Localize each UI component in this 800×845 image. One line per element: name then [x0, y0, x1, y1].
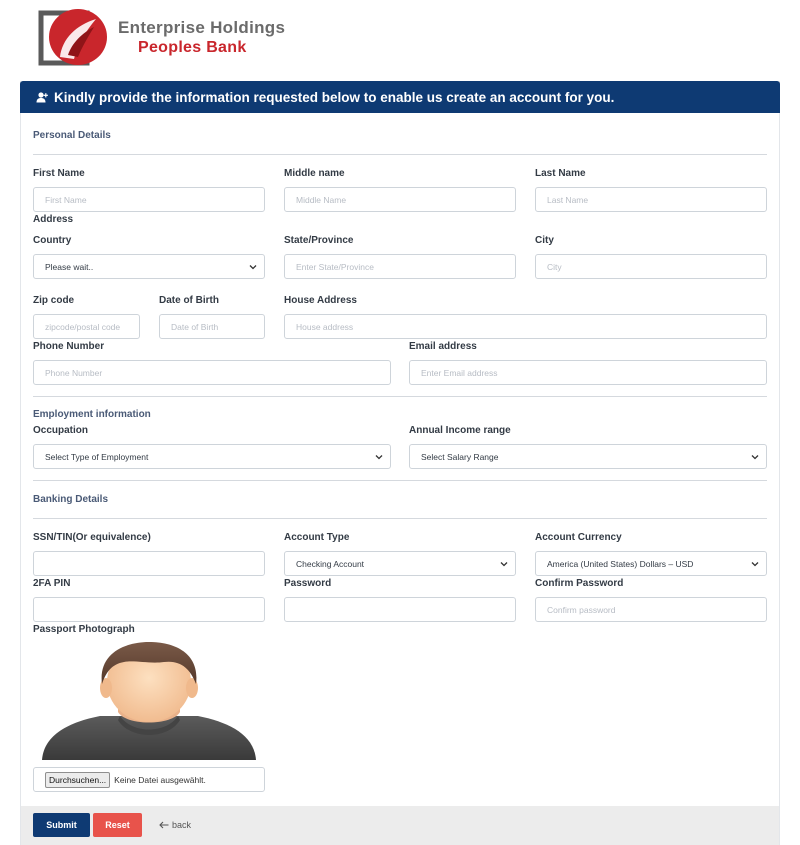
city-input[interactable]: City	[535, 254, 767, 279]
confirm-password-input[interactable]: Confirm password	[535, 597, 767, 622]
country-select[interactable]: Please wait..	[33, 254, 265, 279]
passport-file-input[interactable]: Durchsuchen... Keine Datei ausgewählt.	[33, 767, 265, 792]
password-label: Password	[284, 578, 332, 589]
card-header: Kindly provide the information requested…	[20, 81, 780, 113]
reset-button[interactable]: Reset	[93, 813, 142, 837]
divider	[33, 154, 767, 155]
logo-emblem-icon	[38, 9, 107, 66]
ssn-label: SSN/TIN(Or equivalence)	[33, 532, 151, 543]
occupation-label: Occupation	[33, 425, 89, 436]
user-plus-icon	[36, 91, 48, 103]
password-input[interactable]	[284, 597, 516, 622]
income-select[interactable]: Select Salary Range	[409, 444, 767, 469]
income-label: Annual Income range	[409, 425, 511, 436]
phone-input[interactable]: Phone Number	[33, 360, 391, 385]
country-select-value: Please wait..	[45, 261, 94, 272]
account-type-label: Account Type	[284, 532, 350, 543]
email-input[interactable]: Enter Email address	[409, 360, 767, 385]
passport-label: Passport Photograph	[33, 624, 135, 635]
file-status-text: Keine Datei ausgewählt.	[114, 774, 206, 785]
ssn-input[interactable]	[33, 551, 265, 576]
email-label: Email address	[409, 341, 477, 352]
dob-label: Date of Birth	[159, 295, 219, 306]
chevron-down-icon	[375, 455, 383, 460]
submit-button[interactable]: Submit	[33, 813, 90, 837]
card-header-title: Kindly provide the information requested…	[54, 89, 615, 105]
income-select-value: Select Salary Range	[421, 451, 499, 462]
chevron-down-icon	[249, 265, 257, 270]
section-banking-title: Banking Details	[33, 494, 109, 505]
middle-name-input[interactable]: Middle Name	[284, 187, 516, 212]
occupation-select[interactable]: Select Type of Employment	[33, 444, 391, 469]
account-currency-select-value: America (United States) Dollars – USD	[547, 558, 694, 569]
occupation-select-value: Select Type of Employment	[45, 451, 149, 462]
section-personal-title: Personal Details	[33, 130, 111, 141]
first-name-input[interactable]: First Name	[33, 187, 265, 212]
chevron-down-icon	[500, 562, 508, 567]
pin-input[interactable]	[33, 597, 265, 622]
back-link-label: back	[172, 820, 192, 830]
state-label: State/Province	[284, 235, 354, 246]
phone-label: Phone Number	[33, 341, 105, 352]
country-label: Country	[33, 235, 72, 246]
last-name-label: Last Name	[535, 168, 586, 179]
confirm-password-label: Confirm Password	[535, 578, 624, 589]
divider	[33, 518, 767, 519]
arrow-left-icon	[159, 821, 169, 829]
divider	[33, 480, 767, 481]
state-input[interactable]: Enter State/Province	[284, 254, 516, 279]
chevron-down-icon	[751, 455, 759, 460]
last-name-input[interactable]: Last Name	[535, 187, 767, 212]
divider	[33, 396, 767, 397]
dob-input[interactable]: Date of Birth	[159, 314, 265, 339]
account-type-select-value: Checking Account	[296, 558, 365, 569]
account-currency-select[interactable]: America (United States) Dollars – USD	[535, 551, 767, 576]
back-link[interactable]: back	[159, 820, 191, 830]
pin-label: 2FA PIN	[33, 578, 71, 589]
zip-label: Zip code	[33, 295, 75, 306]
middle-name-label: Middle name	[284, 168, 345, 179]
browse-button[interactable]: Durchsuchen...	[45, 771, 111, 788]
zip-input[interactable]: zipcode/postal code	[33, 314, 140, 339]
chevron-down-icon	[751, 562, 759, 567]
house-address-input[interactable]: House address	[284, 314, 767, 339]
avatar-placeholder-image	[42, 642, 256, 760]
city-label: City	[535, 235, 554, 246]
brand-subname: Peoples Bank	[138, 39, 247, 56]
address-heading: Address	[33, 214, 74, 225]
brand-name: Enterprise Holdings	[118, 18, 286, 37]
account-type-select[interactable]: Checking Account	[284, 551, 516, 576]
first-name-label: First Name	[33, 168, 85, 179]
brand-logo: Enterprise Holdings Peoples Bank	[38, 5, 308, 67]
house-address-label: House Address	[284, 295, 357, 306]
account-currency-label: Account Currency	[535, 532, 622, 543]
section-employment-title: Employment information	[33, 409, 151, 420]
